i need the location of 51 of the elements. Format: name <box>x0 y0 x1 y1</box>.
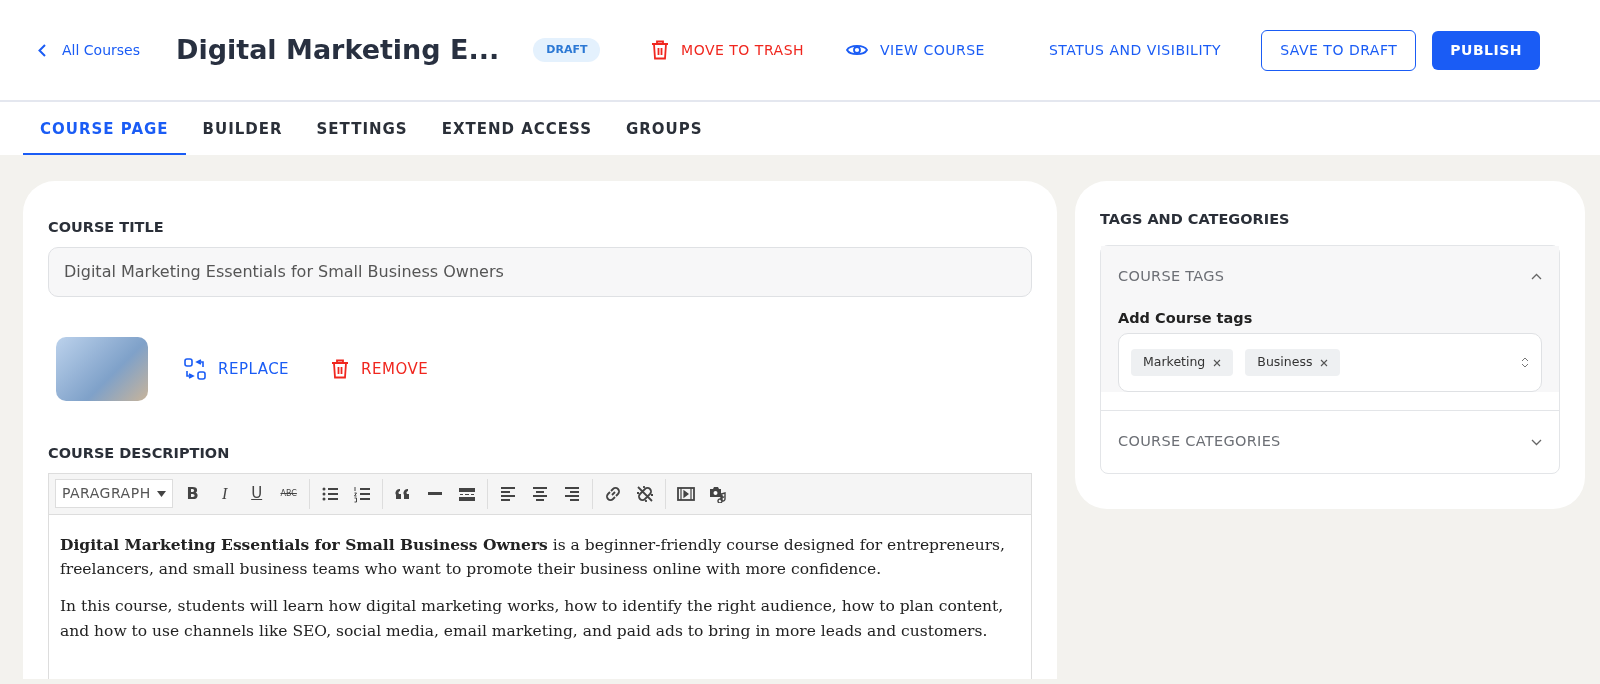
up-down-icon <box>1521 356 1529 370</box>
accordion-header[interactable]: COURSE CATEGORIES <box>1101 411 1559 473</box>
film-icon <box>676 484 695 503</box>
tab[interactable]: SETTINGS <box>299 112 425 155</box>
course-title-heading: Digital Marketing E... <box>176 32 500 67</box>
publish-button[interactable]: PUBLISH <box>1432 30 1540 70</box>
description-paragraph: Digital Marketing Essentials for Small Business Owners is a beginner-friendly course designed for entrepreneurs, freelancers, and small business teams who want to promote their business online with more confidence. <box>60 533 1006 581</box>
accordion-title: COURSE CATEGORIES <box>1118 432 1281 452</box>
format-select[interactable]: PARAGRAPH <box>55 479 173 508</box>
remove-button[interactable]: REMOVE <box>325 356 435 381</box>
underline-button[interactable]: U <box>240 477 273 510</box>
close-icon[interactable] <box>1320 358 1329 367</box>
field-label: Add Course tags <box>1118 308 1254 328</box>
move-to-trash-button[interactable]: MOVE TO TRASH <box>645 38 811 62</box>
tab[interactable]: GROUPS <box>609 112 720 155</box>
eye-icon <box>846 42 869 58</box>
description-paragraph: In this course, students will learn how digital marketing works, how to identify the right audience, how to plan content, and how to use channels like SEO, social media, email marketing, and paid ads to bring in more leads and customers. <box>60 596 1005 642</box>
status-visibility-link[interactable]: STATUS AND VISIBILITY <box>1042 38 1228 62</box>
align-center-icon <box>530 484 549 503</box>
trash-icon <box>331 358 350 379</box>
field-label: COURSE TITLE <box>48 218 165 237</box>
back-link[interactable]: All Courses <box>38 39 140 61</box>
link-icon <box>603 484 622 503</box>
tag-label: Business <box>1257 353 1313 372</box>
tab[interactable]: EXTEND ACCESS <box>424 112 609 155</box>
chevron-left-icon <box>38 43 46 57</box>
field-label: COURSE DESCRIPTION <box>48 443 231 463</box>
view-course-button[interactable]: VIEW COURSE <box>840 38 991 62</box>
italic-button[interactable]: I <box>208 477 241 510</box>
swap-icon <box>184 357 206 380</box>
title-input[interactable]: Digital Marketing Essentials for Small Business Owners <box>48 246 1032 297</box>
camera-music-icon <box>708 484 727 503</box>
tab[interactable]: COURSE PAGE <box>23 112 186 155</box>
trash-icon <box>651 40 670 60</box>
align-right-icon <box>562 484 581 503</box>
close-icon[interactable] <box>1213 358 1222 367</box>
tag-label: Marketing <box>1143 353 1206 372</box>
accordion-header[interactable]: COURSE TAGS <box>1101 245 1559 308</box>
unlink-icon <box>635 484 654 503</box>
replace-button[interactable]: REPLACE <box>178 356 296 381</box>
accordion-title: COURSE TAGS <box>1118 266 1225 286</box>
bold-button[interactable]: B <box>176 477 209 510</box>
caret-icon <box>156 490 166 497</box>
tab[interactable]: BUILDER <box>185 112 300 155</box>
numbered-list-icon <box>352 484 371 503</box>
section-heading: TAGS AND CATEGORIES <box>1100 210 1291 229</box>
save-draft-button[interactable]: SAVE TO DRAFT <box>1261 29 1417 71</box>
strikethrough-button[interactable]: ABC <box>272 477 305 510</box>
align-left-icon <box>498 484 517 503</box>
tags-input[interactable]: Marketing Business <box>1118 333 1542 393</box>
status-badge: DRAFT <box>533 37 601 63</box>
